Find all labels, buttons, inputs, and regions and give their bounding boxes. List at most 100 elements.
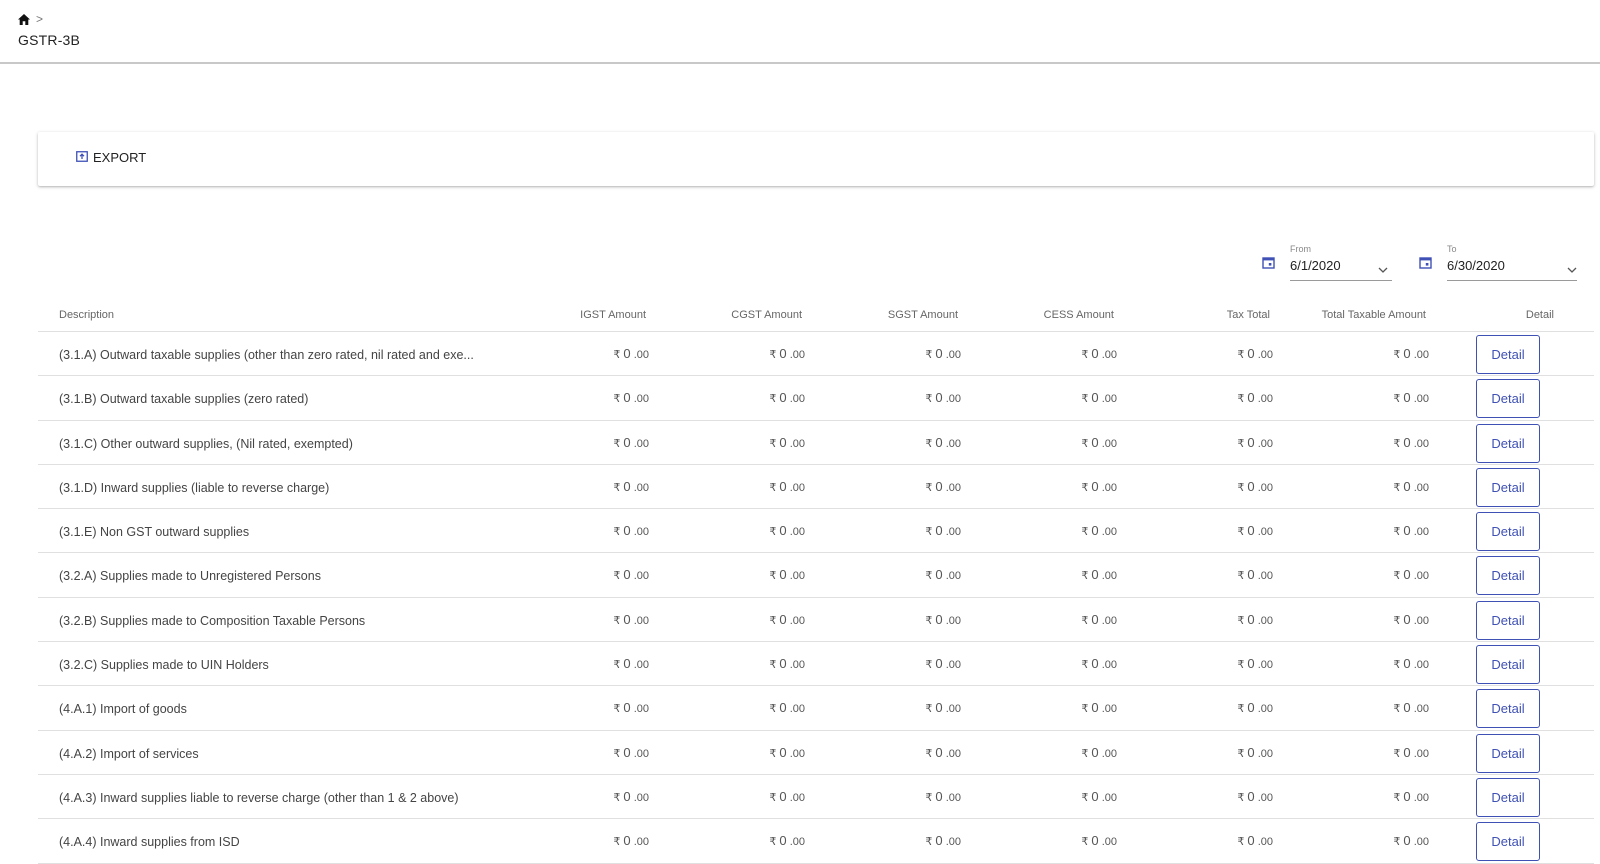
table-row: (3.2.B) Supplies made to Composition Tax… <box>38 598 1594 643</box>
amount-integer: 0 <box>1403 523 1411 539</box>
detail-button[interactable]: Detail <box>1476 777 1540 817</box>
amount-decimal: .00 <box>1413 481 1429 494</box>
amount-integer: 0 <box>779 833 787 849</box>
to-value[interactable]: 6/30/2020 <box>1447 258 1505 273</box>
amount-integer: 0 <box>623 390 631 406</box>
amount-decimal: .00 <box>945 481 961 494</box>
calendar-icon[interactable] <box>1419 256 1432 274</box>
igst-amount: ₹ 0 .00 <box>613 656 649 671</box>
amount-integer: 0 <box>623 656 631 672</box>
detail-button[interactable]: Detail <box>1476 335 1540 374</box>
table-row: (3.2.C) Supplies made to UIN Holders ₹ 0 … <box>38 642 1594 687</box>
amount-decimal: .00 <box>1413 703 1429 716</box>
cess-amount: ₹ 0 .00 <box>1081 390 1117 405</box>
amount-decimal: .00 <box>633 703 649 716</box>
amount-decimal: .00 <box>1257 747 1273 760</box>
amount-integer: 0 <box>1247 346 1255 361</box>
amount-integer: 0 <box>1247 523 1255 539</box>
cess-amount: ₹ 0 .00 <box>1081 789 1117 804</box>
amount-decimal: .00 <box>789 393 805 406</box>
currency-symbol: ₹ <box>1237 747 1245 760</box>
currency-symbol: ₹ <box>613 703 621 716</box>
amount-integer: 0 <box>1091 656 1099 672</box>
amount-decimal: .00 <box>633 659 649 672</box>
amount-integer: 0 <box>1091 478 1099 494</box>
detail-button[interactable]: Detail <box>1476 423 1540 463</box>
currency-symbol: ₹ <box>769 747 777 760</box>
tax-total-amount: ₹ 0 .00 <box>1237 833 1273 848</box>
chevron-down-icon[interactable] <box>1567 260 1577 278</box>
amount-decimal: .00 <box>945 791 961 804</box>
igst-amount: ₹ 0 .00 <box>613 567 649 582</box>
cess-amount: ₹ 0 .00 <box>1081 745 1117 760</box>
cgst-amount: ₹ 0 .00 <box>769 789 805 804</box>
currency-symbol: ₹ <box>1237 526 1245 539</box>
chevron-down-icon[interactable] <box>1378 260 1388 278</box>
amount-integer: 0 <box>1247 656 1255 672</box>
row-description: (3.1.A) Outward taxable supplies (other … <box>59 348 474 362</box>
detail-button[interactable]: Detail <box>1476 467 1540 507</box>
from-value[interactable]: 6/1/2020 <box>1290 258 1341 273</box>
detail-button[interactable]: Detail <box>1476 733 1540 773</box>
total-taxable-amount: ₹ 0 .00 <box>1393 789 1429 804</box>
column-header-total-taxable: Total Taxable Amount <box>1321 309 1426 321</box>
amount-integer: 0 <box>935 833 943 849</box>
sgst-amount: ₹ 0 .00 <box>925 523 961 538</box>
currency-symbol: ₹ <box>925 614 933 627</box>
tax-total-amount: ₹ 0 .00 <box>1237 479 1273 494</box>
amount-integer: 0 <box>623 434 631 450</box>
detail-button[interactable]: Detail <box>1476 556 1540 596</box>
amount-decimal: .00 <box>633 570 649 583</box>
breadcrumb: > <box>18 12 43 26</box>
export-button[interactable]: EXPORT <box>76 150 146 165</box>
amount-decimal: .00 <box>1101 836 1117 849</box>
row-description: (4.A.2) Import of services <box>59 746 199 761</box>
detail-button[interactable]: Detail <box>1476 822 1540 862</box>
detail-button[interactable]: Detail <box>1476 600 1540 640</box>
amount-integer: 0 <box>623 567 631 583</box>
table-row: (3.1.D) Inward supplies (liable to rever… <box>38 465 1594 510</box>
sgst-amount: ₹ 0 .00 <box>925 479 961 494</box>
column-header-cgst: CGST Amount <box>731 309 802 321</box>
table-row: (4.A.1) Import of goods ₹ 0 .00 ₹ 0 .00 ₹ 0… <box>38 686 1594 731</box>
amount-integer: 0 <box>1403 700 1411 716</box>
detail-button[interactable]: Detail <box>1476 379 1540 419</box>
amount-decimal: .00 <box>945 393 961 406</box>
currency-symbol: ₹ <box>769 791 777 804</box>
amount-integer: 0 <box>1247 700 1255 716</box>
row-description: (3.1.C) Other outward supplies, (Nil rat… <box>59 436 353 451</box>
from-underline <box>1290 280 1392 281</box>
currency-symbol: ₹ <box>925 437 933 450</box>
currency-symbol: ₹ <box>1081 614 1089 627</box>
currency-symbol: ₹ <box>1393 836 1401 849</box>
table-row: (3.1.B) Outward taxable supplies (zero r… <box>38 376 1594 421</box>
amount-decimal: .00 <box>789 481 805 494</box>
amount-integer: 0 <box>779 788 787 804</box>
currency-symbol: ₹ <box>1081 349 1089 361</box>
total-taxable-amount: ₹ 0 .00 <box>1393 567 1429 582</box>
amount-integer: 0 <box>1091 788 1099 804</box>
detail-button[interactable]: Detail <box>1476 512 1540 552</box>
home-icon[interactable] <box>18 13 30 25</box>
to-date-field[interactable]: To 6/30/2020 <box>1419 244 1594 282</box>
calendar-icon[interactable] <box>1262 256 1275 274</box>
igst-amount: ₹ 0 .00 <box>613 612 649 627</box>
currency-symbol: ₹ <box>1393 526 1401 539</box>
from-date-field[interactable]: From 6/1/2020 <box>1262 244 1422 282</box>
amount-integer: 0 <box>1091 744 1099 760</box>
amount-decimal: .00 <box>1257 393 1273 406</box>
amount-integer: 0 <box>1247 390 1255 406</box>
detail-button[interactable]: Detail <box>1476 689 1540 729</box>
currency-symbol: ₹ <box>769 614 777 627</box>
amount-decimal: .00 <box>945 836 961 849</box>
currency-symbol: ₹ <box>925 659 933 672</box>
currency-symbol: ₹ <box>925 791 933 804</box>
amount-integer: 0 <box>779 611 787 627</box>
row-description: (3.2.B) Supplies made to Composition Tax… <box>59 613 366 628</box>
export-icon <box>76 150 88 165</box>
detail-button[interactable]: Detail <box>1476 645 1540 685</box>
igst-amount: ₹ 0 .00 <box>613 346 649 361</box>
currency-symbol: ₹ <box>1081 570 1089 583</box>
currency-symbol: ₹ <box>1393 437 1401 450</box>
sgst-amount: ₹ 0 .00 <box>925 390 961 405</box>
